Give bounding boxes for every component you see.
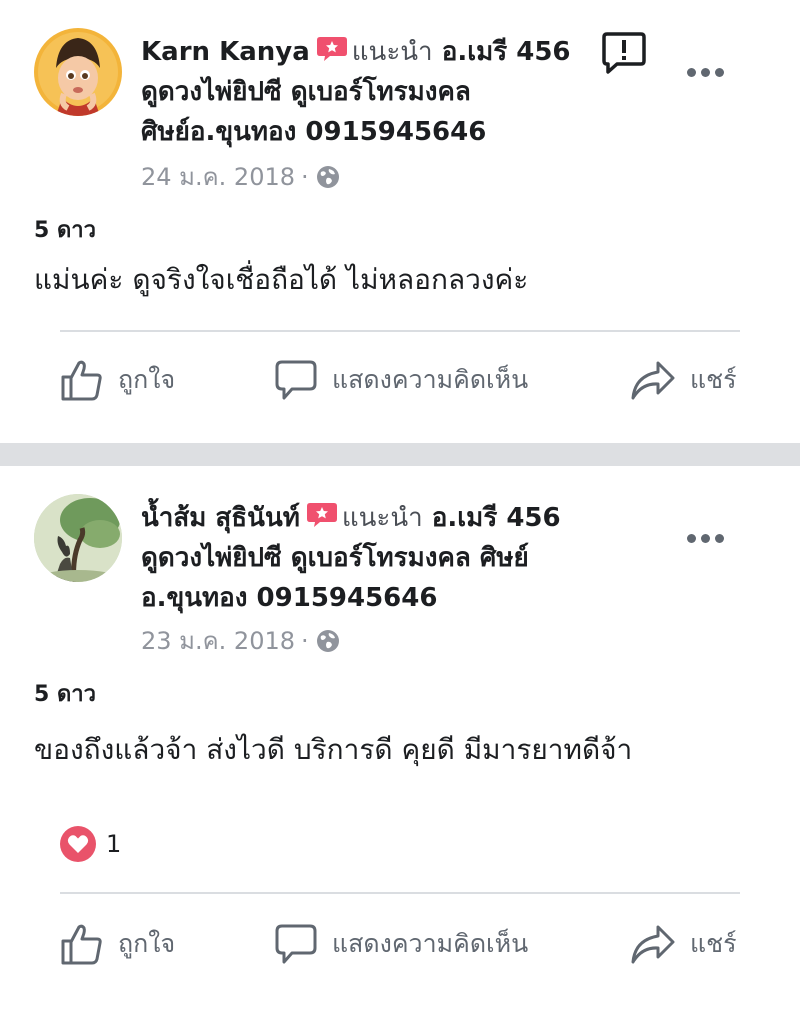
avatar-cartoon-girl-image: [34, 28, 122, 116]
post-date[interactable]: 24 ม.ค. 2018: [141, 163, 295, 191]
meta-separator: ·: [301, 627, 309, 655]
avatar-tree-silhouette-image: [34, 494, 122, 582]
globe-icon: [315, 628, 341, 654]
comment-bubble-icon: [275, 924, 317, 964]
page-name-line-1[interactable]: อ.เมรี 456: [442, 37, 571, 67]
post-date[interactable]: 23 ม.ค. 2018: [141, 627, 295, 655]
recommends-label: แนะนำ: [351, 37, 433, 67]
page-name-line-3[interactable]: อ.ขุนทอง 0915945646: [141, 578, 641, 618]
page-name-line-2[interactable]: ดูดวงไพ่ยิปซี ดูเบอร์โทรมงคล ศิษย์: [141, 538, 641, 578]
avatar[interactable]: [34, 494, 122, 582]
thumbs-up-icon: [61, 360, 102, 401]
more-options-icon[interactable]: [687, 531, 727, 545]
recommend-badge-icon: [316, 34, 348, 61]
share-arrow-icon: [631, 361, 675, 400]
star-rating: 5 ดาว: [34, 218, 96, 243]
share-label: แชร์: [690, 365, 737, 394]
like-label: ถูกใจ: [118, 365, 176, 394]
post-meta: 24 ม.ค. 2018 ·: [141, 162, 341, 192]
globe-icon: [315, 164, 341, 190]
author-name[interactable]: น้ำส้ม สุธินันท์: [141, 503, 300, 533]
action-divider: [60, 892, 740, 894]
page-name-line-1[interactable]: อ.เมรี 456: [432, 503, 561, 533]
like-button[interactable]: ถูกใจ: [60, 358, 175, 402]
review-text: ของถึงแล้วจ้า ส่งไวดี บริการดี คุยดี มีม…: [34, 733, 633, 766]
action-divider: [60, 330, 740, 332]
thumbs-up-icon: [61, 924, 102, 965]
review-text: แม่นค่ะ ดูจริงใจเชื่อถือได้ ไม่หลอกลวงค่…: [34, 263, 529, 296]
comment-label: แสดงความคิดเห็น: [332, 929, 529, 958]
review-post-2: น้ำส้ม สุธินันท์ แนะนำ อ.เมรี 456 ดูดวงไพ…: [0, 466, 800, 1009]
review-post-1: Karn Kanya แนะนำ อ.เมรี 456 ดูดวงไพ่ยิปซี…: [0, 0, 800, 443]
post-separator: [0, 443, 800, 466]
post-meta: 23 ม.ค. 2018 ·: [141, 626, 341, 656]
comment-button[interactable]: แสดงความคิดเห็น: [274, 922, 528, 966]
page-name-line-3[interactable]: ศิษย์อ.ขุนทอง 0915945646: [141, 112, 641, 152]
meta-separator: ·: [301, 163, 309, 191]
comment-bubble-icon: [275, 360, 317, 400]
post-header: Karn Kanya แนะนำ อ.เมรี 456 ดูดวงไพ่ยิปซี…: [141, 32, 641, 152]
comment-button[interactable]: แสดงความคิดเห็น: [274, 358, 528, 402]
star-rating: 5 ดาว: [34, 682, 96, 707]
avatar[interactable]: [34, 28, 122, 116]
reaction-count: 1: [106, 830, 122, 858]
author-name[interactable]: Karn Kanya: [141, 37, 310, 67]
share-label: แชร์: [690, 929, 737, 958]
like-label: ถูกใจ: [118, 929, 176, 958]
share-button[interactable]: แชร์: [630, 922, 737, 966]
recommend-badge-icon: [306, 500, 338, 527]
share-arrow-icon: [631, 925, 675, 964]
like-button[interactable]: ถูกใจ: [60, 922, 175, 966]
share-button[interactable]: แชร์: [630, 358, 737, 402]
comment-label: แสดงความคิดเห็น: [332, 365, 529, 394]
more-options-icon[interactable]: [687, 65, 727, 79]
reaction-summary[interactable]: 1: [60, 826, 121, 862]
recommends-label: แนะนำ: [341, 503, 423, 533]
report-icon[interactable]: [601, 30, 647, 76]
post-header: น้ำส้ม สุธินันท์ แนะนำ อ.เมรี 456 ดูดวงไพ…: [141, 498, 641, 618]
heart-icon: [60, 826, 96, 862]
page-name-line-2[interactable]: ดูดวงไพ่ยิปซี ดูเบอร์โทรมงคล: [141, 72, 641, 112]
